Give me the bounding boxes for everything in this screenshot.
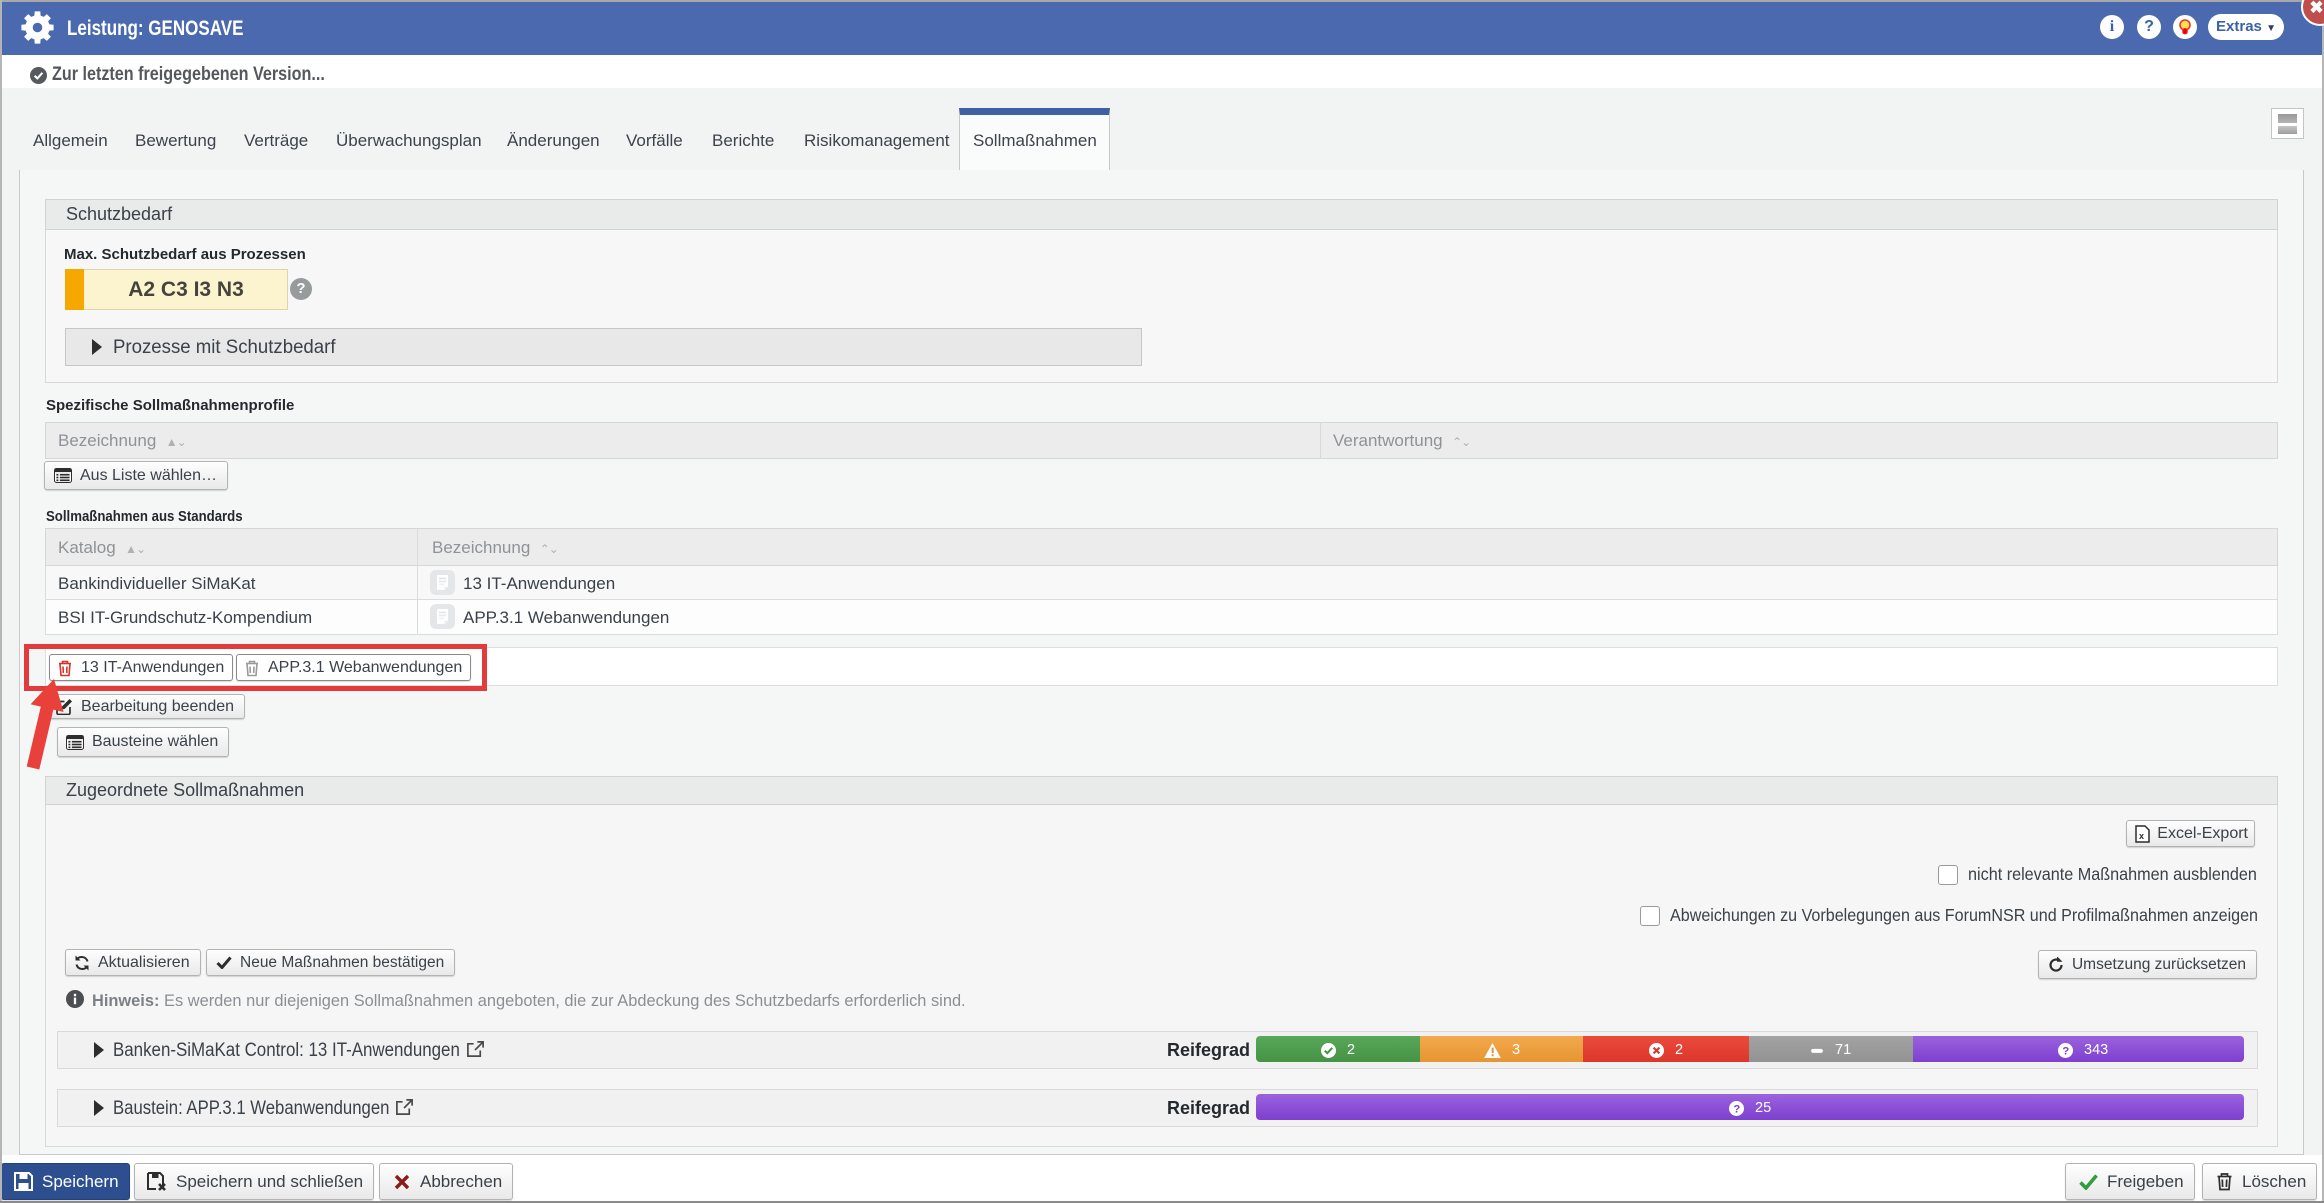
svg-text:?: ? [2062, 1045, 2069, 1057]
svg-text:?: ? [1733, 1103, 1740, 1115]
svg-text:x: x [2139, 831, 2144, 841]
